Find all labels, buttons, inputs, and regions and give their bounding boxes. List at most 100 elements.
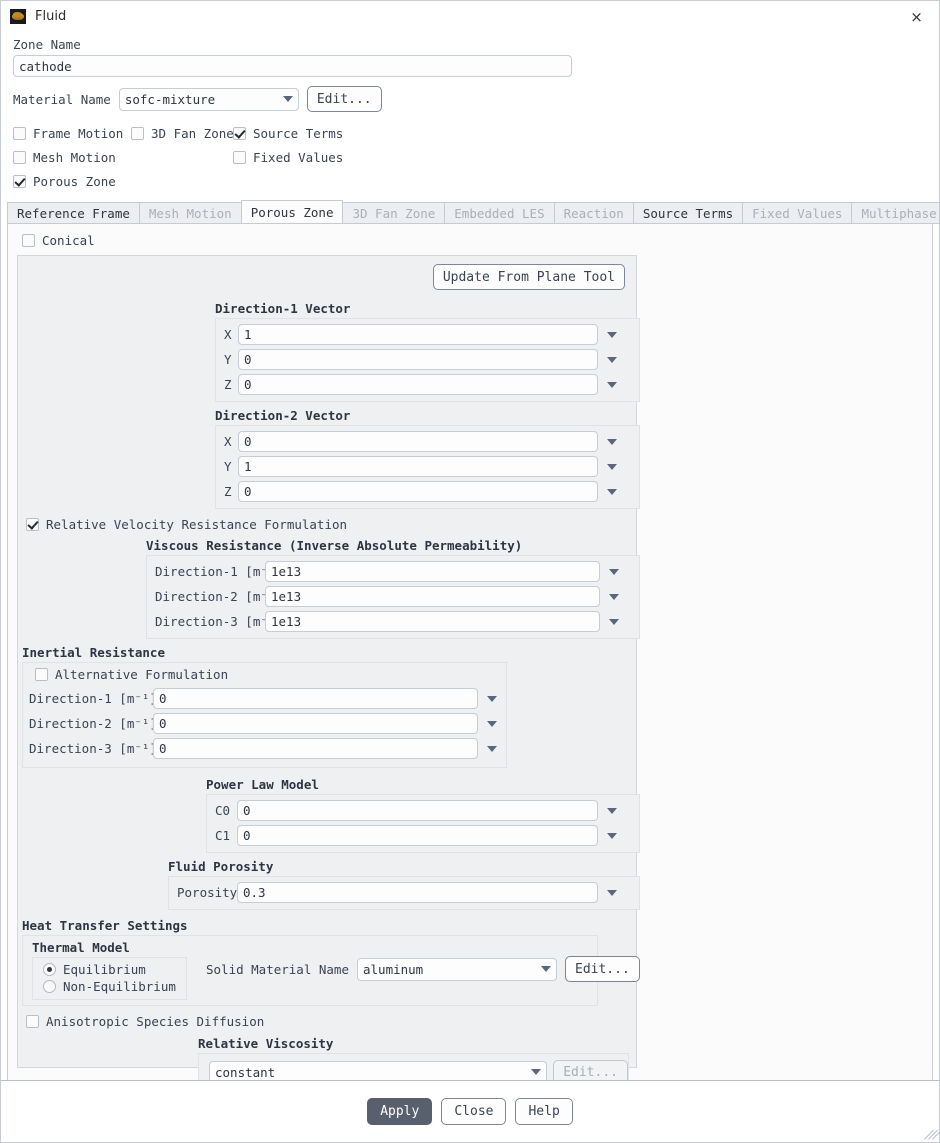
checkbox-porous-zone[interactable]: Porous Zone <box>13 174 116 189</box>
help-button[interactable]: Help <box>515 1098 573 1125</box>
checkbox-label: Mesh Motion <box>33 149 116 165</box>
direction2-y-input[interactable]: 1 <box>238 456 598 477</box>
chevron-down-icon[interactable] <box>607 438 617 445</box>
chevron-down-icon[interactable] <box>607 331 617 338</box>
checkbox-source-terms[interactable]: Source Terms <box>233 126 343 141</box>
checkbox-relative-velocity-resistance[interactable]: Relative Velocity Resistance Formulation <box>26 517 636 532</box>
relative-viscosity-edit-button[interactable]: Edit... <box>553 1060 628 1080</box>
direction1-x-input[interactable]: 1 <box>238 324 598 345</box>
tab-embedded-les[interactable]: Embedded LES <box>444 202 555 224</box>
checkbox-frame-motion[interactable]: Frame Motion <box>13 126 131 141</box>
checkbox-box <box>233 150 246 164</box>
zone-name-value: cathode <box>19 58 72 74</box>
chevron-down-icon[interactable] <box>609 618 619 625</box>
direction1-z-input[interactable]: 0 <box>238 374 598 395</box>
solid-material-edit-button[interactable]: Edit... <box>565 956 640 982</box>
fluid-porosity-group: Porosity 0.3 <box>168 876 640 910</box>
tab-mesh-motion[interactable]: Mesh Motion <box>138 202 242 224</box>
material-name-combo[interactable]: sofc-mixture <box>118 87 299 111</box>
inertial-resistance-title: Inertial Resistance <box>22 645 165 660</box>
tab-reference-frame[interactable]: Reference Frame <box>7 202 140 224</box>
porous-zone-page: Conical Update From Plane Tool Direction… <box>7 223 933 1080</box>
chevron-down-icon[interactable] <box>609 593 619 600</box>
checkbox-fixed-values[interactable]: Fixed Values <box>233 150 343 165</box>
inertial-direction2-row: Direction-2 [m⁻¹] 0 <box>23 711 506 736</box>
tab-source-terms[interactable]: Source Terms <box>632 202 744 224</box>
radio-label: Non-Equilibrium <box>63 979 176 994</box>
chevron-down-icon <box>282 96 293 102</box>
power-law-c0-input[interactable]: 0 <box>237 800 598 821</box>
close-icon[interactable]: × <box>894 1 939 32</box>
chevron-down-icon[interactable] <box>607 463 617 470</box>
material-name-value: sofc-mixture <box>124 91 216 107</box>
tab-3d-fan-zone[interactable]: 3D Fan Zone <box>342 202 446 224</box>
checkbox-box <box>13 126 26 140</box>
viscous-direction2-row: Direction-2 [m⁻²] 1e13 <box>147 584 639 609</box>
inertial-direction3-input[interactable]: 0 <box>153 738 478 759</box>
tab-reaction[interactable]: Reaction <box>553 202 634 224</box>
porosity-input[interactable]: 0.3 <box>237 882 598 903</box>
direction2-x-input[interactable]: 0 <box>238 431 598 452</box>
chevron-down-icon[interactable] <box>487 745 497 752</box>
radio-button <box>43 963 56 976</box>
field-value: 0 <box>159 741 167 757</box>
field-value: 0 <box>159 716 167 732</box>
checkbox-label: Conical <box>42 233 95 248</box>
field-label: Direction-1 [m⁻¹] <box>29 691 157 706</box>
field-value: 0.3 <box>243 885 266 901</box>
porous-settings-panel: Update From Plane Tool Direction-1 Vecto… <box>17 255 640 1080</box>
checkbox-box <box>35 668 48 681</box>
zone-name-input[interactable]: cathode <box>13 55 572 77</box>
viscous-direction3-input[interactable]: 1e13 <box>265 611 600 632</box>
chevron-down-icon[interactable] <box>607 488 617 495</box>
viscous-direction1-row: Direction-1 [m⁻²] 1e13 <box>147 559 639 584</box>
direction2-z-row: Z 0 <box>216 479 639 504</box>
chevron-down-icon[interactable] <box>607 381 617 388</box>
resize-grip-icon[interactable] <box>924 1127 940 1140</box>
checkbox-box <box>13 174 26 188</box>
chevron-down-icon[interactable] <box>607 356 617 363</box>
checkbox-3d-fan-zone[interactable]: 3D Fan Zone <box>131 126 234 141</box>
fluid-porosity-row: Porosity 0.3 <box>169 880 639 905</box>
checkbox-conical[interactable]: Conical <box>22 233 924 248</box>
solid-material-name-label: Solid Material Name <box>206 961 349 977</box>
relative-viscosity-method-combo[interactable]: constant <box>209 1060 548 1080</box>
close-button[interactable]: Close <box>441 1098 507 1125</box>
chevron-down-icon[interactable] <box>487 720 497 727</box>
checkbox-label: Source Terms <box>253 125 344 141</box>
chevron-down-icon[interactable] <box>607 832 617 839</box>
solid-material-name-combo[interactable]: aluminum <box>357 957 557 981</box>
power-law-model-title: Power Law Model <box>206 777 319 792</box>
power-law-model-group: C0 0 C1 0 <box>206 794 640 853</box>
chevron-down-icon[interactable] <box>609 568 619 575</box>
relative-viscosity-method-row: constant Edit... <box>199 1058 628 1080</box>
zone-name-label: Zone Name <box>13 37 81 52</box>
chevron-down-icon[interactable] <box>487 695 497 702</box>
material-edit-button[interactable]: Edit... <box>306 86 382 112</box>
chevron-down-icon[interactable] <box>607 889 617 896</box>
direction1-y-input[interactable]: 0 <box>238 349 598 370</box>
direction2-z-input[interactable]: 0 <box>238 481 598 502</box>
update-from-plane-tool-button[interactable]: Update From Plane Tool <box>432 264 625 290</box>
tab-multiphase[interactable]: Multiphase <box>851 202 939 224</box>
chevron-down-icon[interactable] <box>607 807 617 814</box>
viscous-resistance-group: Direction-1 [m⁻²] 1e13 Direction-2 [m⁻²]… <box>146 555 640 639</box>
checkbox-mesh-motion[interactable]: Mesh Motion <box>13 150 233 165</box>
viscous-direction2-input[interactable]: 1e13 <box>265 586 600 607</box>
power-law-c1-input[interactable]: 0 <box>237 825 598 846</box>
inertial-direction2-input[interactable]: 0 <box>153 713 478 734</box>
tab-fixed-values[interactable]: Fixed Values <box>742 202 853 224</box>
checkbox-box <box>26 1015 39 1028</box>
checkbox-alternative-formulation[interactable]: Alternative Formulation <box>35 667 506 682</box>
radio-equilibrium[interactable]: Equilibrium <box>43 962 186 977</box>
direction2-x-row: X 0 <box>216 429 639 454</box>
radio-non-equilibrium[interactable]: Non-Equilibrium <box>43 979 186 994</box>
checkbox-anisotropic-species-diffusion[interactable]: Anisotropic Species Diffusion <box>26 1014 636 1029</box>
apply-button[interactable]: Apply <box>367 1098 433 1125</box>
solid-material-value: aluminum <box>363 961 424 977</box>
viscous-direction1-input[interactable]: 1e13 <box>265 561 600 582</box>
inertial-direction1-input[interactable]: 0 <box>153 688 478 709</box>
checkbox-box <box>22 234 35 247</box>
direction1-z-row: Z 0 <box>216 372 639 397</box>
tab-porous-zone[interactable]: Porous Zone <box>240 200 344 224</box>
